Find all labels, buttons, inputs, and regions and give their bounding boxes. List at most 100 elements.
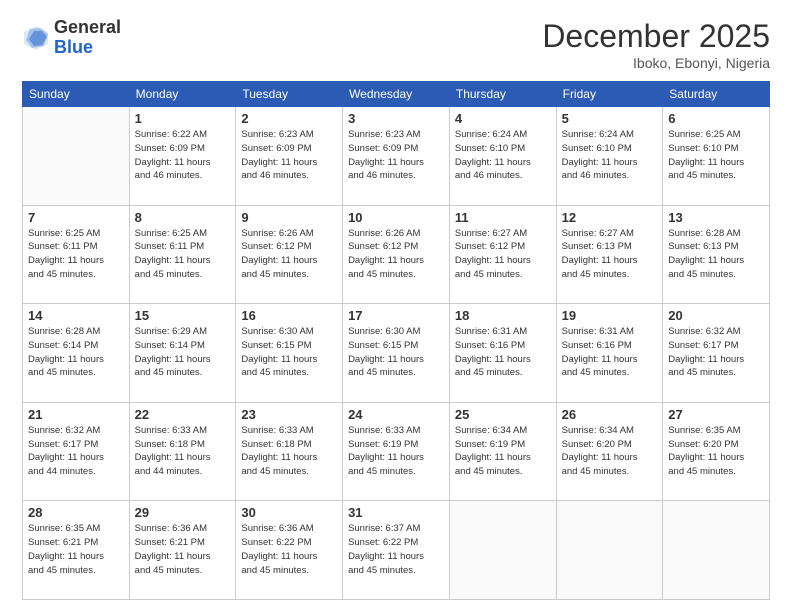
day-info: Sunrise: 6:34 AMSunset: 6:20 PMDaylight:…	[562, 424, 658, 479]
day-number: 16	[241, 308, 337, 323]
month-title: December 2025	[542, 18, 770, 55]
day-number: 28	[28, 505, 124, 520]
logo-blue: Blue	[54, 38, 121, 58]
calendar-cell	[556, 501, 663, 600]
day-number: 8	[135, 210, 231, 225]
col-thursday: Thursday	[449, 82, 556, 107]
day-number: 14	[28, 308, 124, 323]
day-number: 12	[562, 210, 658, 225]
day-info: Sunrise: 6:29 AMSunset: 6:14 PMDaylight:…	[135, 325, 231, 380]
day-info: Sunrise: 6:34 AMSunset: 6:19 PMDaylight:…	[455, 424, 551, 479]
calendar-page: General Blue December 2025 Iboko, Ebonyi…	[0, 0, 792, 612]
col-sunday: Sunday	[23, 82, 130, 107]
day-info: Sunrise: 6:27 AMSunset: 6:13 PMDaylight:…	[562, 227, 658, 282]
day-number: 10	[348, 210, 444, 225]
calendar-cell: 15 Sunrise: 6:29 AMSunset: 6:14 PMDayligh…	[129, 304, 236, 403]
calendar-cell: 5Sunrise: 6:24 AMSunset: 6:10 PMDaylight…	[556, 107, 663, 206]
logo-icon	[22, 24, 50, 52]
day-info: Sunrise: 6:28 AMSunset: 6:14 PMDaylight:…	[28, 325, 124, 380]
calendar-cell: 28 Sunrise: 6:35 AMSunset: 6:21 PMDayligh…	[23, 501, 130, 600]
calendar-cell: 11 Sunrise: 6:27 AMSunset: 6:12 PMDayligh…	[449, 205, 556, 304]
day-info: Sunrise: 6:33 AMSunset: 6:18 PMDaylight:…	[241, 424, 337, 479]
day-number: 6	[668, 111, 764, 126]
calendar-cell: 9Sunrise: 6:26 AMSunset: 6:12 PMDaylight…	[236, 205, 343, 304]
day-info: Sunrise: 6:25 AMSunset: 6:11 PMDaylight:…	[28, 227, 124, 282]
logo-general: General	[54, 18, 121, 38]
day-info: Sunrise: 6:30 AMSunset: 6:15 PMDaylight:…	[241, 325, 337, 380]
calendar-cell: 12 Sunrise: 6:27 AMSunset: 6:13 PMDayligh…	[556, 205, 663, 304]
calendar-cell: 7 Sunrise: 6:25 AMSunset: 6:11 PMDaylight…	[23, 205, 130, 304]
day-info: Sunrise: 6:25 AMSunset: 6:10 PMDaylight:…	[668, 128, 764, 183]
day-number: 13	[668, 210, 764, 225]
calendar-cell: 3 Sunrise: 6:23 AMSunset: 6:09 PMDaylight…	[343, 107, 450, 206]
calendar-cell: 31 Sunrise: 6:37 AMSunset: 6:22 PMDayligh…	[343, 501, 450, 600]
logo: General Blue	[22, 18, 121, 58]
title-block: December 2025 Iboko, Ebonyi, Nigeria	[542, 18, 770, 71]
day-info: Sunrise: 6:22 AMSunset: 6:09 PMDaylight:…	[135, 128, 231, 183]
calendar-cell: 6 Sunrise: 6:25 AMSunset: 6:10 PMDaylight…	[663, 107, 770, 206]
day-number: 5	[562, 111, 658, 126]
col-friday: Friday	[556, 82, 663, 107]
day-number: 27	[668, 407, 764, 422]
day-info: Sunrise: 6:25 AMSunset: 6:11 PMDaylight:…	[135, 227, 231, 282]
calendar-cell: 21Sunrise: 6:32 AMSunset: 6:17 PMDayligh…	[23, 402, 130, 501]
calendar-cell: 10Sunrise: 6:26 AMSunset: 6:12 PMDayligh…	[343, 205, 450, 304]
col-tuesday: Tuesday	[236, 82, 343, 107]
day-number: 24	[348, 407, 444, 422]
day-info: Sunrise: 6:31 AMSunset: 6:16 PMDaylight:…	[455, 325, 551, 380]
day-info: Sunrise: 6:35 AMSunset: 6:20 PMDaylight:…	[668, 424, 764, 479]
day-info: Sunrise: 6:23 AMSunset: 6:09 PMDaylight:…	[241, 128, 337, 183]
day-info: Sunrise: 6:30 AMSunset: 6:15 PMDaylight:…	[348, 325, 444, 380]
calendar-cell: 14 Sunrise: 6:28 AMSunset: 6:14 PMDayligh…	[23, 304, 130, 403]
day-number: 18	[455, 308, 551, 323]
calendar-table: Sunday Monday Tuesday Wednesday Thursday…	[22, 81, 770, 600]
day-number: 11	[455, 210, 551, 225]
calendar-cell: 24 Sunrise: 6:33 AMSunset: 6:19 PMDayligh…	[343, 402, 450, 501]
day-number: 26	[562, 407, 658, 422]
col-saturday: Saturday	[663, 82, 770, 107]
header: General Blue December 2025 Iboko, Ebonyi…	[22, 18, 770, 71]
calendar-cell: 8 Sunrise: 6:25 AMSunset: 6:11 PMDaylight…	[129, 205, 236, 304]
location: Iboko, Ebonyi, Nigeria	[542, 55, 770, 71]
day-info: Sunrise: 6:31 AMSunset: 6:16 PMDaylight:…	[562, 325, 658, 380]
calendar-cell: 1 Sunrise: 6:22 AMSunset: 6:09 PMDaylight…	[129, 107, 236, 206]
calendar-week-1: 1 Sunrise: 6:22 AMSunset: 6:09 PMDaylight…	[23, 107, 770, 206]
day-number: 31	[348, 505, 444, 520]
day-info: Sunrise: 6:33 AMSunset: 6:19 PMDaylight:…	[348, 424, 444, 479]
day-number: 3	[348, 111, 444, 126]
day-number: 30	[241, 505, 337, 520]
calendar-cell	[23, 107, 130, 206]
day-number: 23	[241, 407, 337, 422]
day-info: Sunrise: 6:27 AMSunset: 6:12 PMDaylight:…	[455, 227, 551, 282]
calendar-week-5: 28 Sunrise: 6:35 AMSunset: 6:21 PMDayligh…	[23, 501, 770, 600]
day-info: Sunrise: 6:35 AMSunset: 6:21 PMDaylight:…	[28, 522, 124, 577]
day-info: Sunrise: 6:23 AMSunset: 6:09 PMDaylight:…	[348, 128, 444, 183]
day-info: Sunrise: 6:28 AMSunset: 6:13 PMDaylight:…	[668, 227, 764, 282]
day-info: Sunrise: 6:36 AMSunset: 6:21 PMDaylight:…	[135, 522, 231, 577]
day-info: Sunrise: 6:32 AMSunset: 6:17 PMDaylight:…	[668, 325, 764, 380]
logo-text: General Blue	[54, 18, 121, 58]
calendar-cell: 27 Sunrise: 6:35 AMSunset: 6:20 PMDayligh…	[663, 402, 770, 501]
calendar-cell: 2 Sunrise: 6:23 AMSunset: 6:09 PMDaylight…	[236, 107, 343, 206]
day-info: Sunrise: 6:33 AMSunset: 6:18 PMDaylight:…	[135, 424, 231, 479]
calendar-cell: 4Sunrise: 6:24 AMSunset: 6:10 PMDaylight…	[449, 107, 556, 206]
calendar-cell: 13 Sunrise: 6:28 AMSunset: 6:13 PMDayligh…	[663, 205, 770, 304]
day-number: 15	[135, 308, 231, 323]
day-info: Sunrise: 6:32 AMSunset: 6:17 PMDaylight:…	[28, 424, 124, 479]
day-number: 17	[348, 308, 444, 323]
day-number: 20	[668, 308, 764, 323]
calendar-cell: 18 Sunrise: 6:31 AMSunset: 6:16 PMDayligh…	[449, 304, 556, 403]
col-monday: Monday	[129, 82, 236, 107]
day-number: 7	[28, 210, 124, 225]
day-number: 29	[135, 505, 231, 520]
day-number: 2	[241, 111, 337, 126]
header-row: Sunday Monday Tuesday Wednesday Thursday…	[23, 82, 770, 107]
day-info: Sunrise: 6:37 AMSunset: 6:22 PMDaylight:…	[348, 522, 444, 577]
calendar-cell: 17 Sunrise: 6:30 AMSunset: 6:15 PMDayligh…	[343, 304, 450, 403]
calendar-cell: 19Sunrise: 6:31 AMSunset: 6:16 PMDayligh…	[556, 304, 663, 403]
day-number: 4	[455, 111, 551, 126]
day-number: 1	[135, 111, 231, 126]
day-number: 9	[241, 210, 337, 225]
calendar-week-2: 7 Sunrise: 6:25 AMSunset: 6:11 PMDaylight…	[23, 205, 770, 304]
day-number: 22	[135, 407, 231, 422]
